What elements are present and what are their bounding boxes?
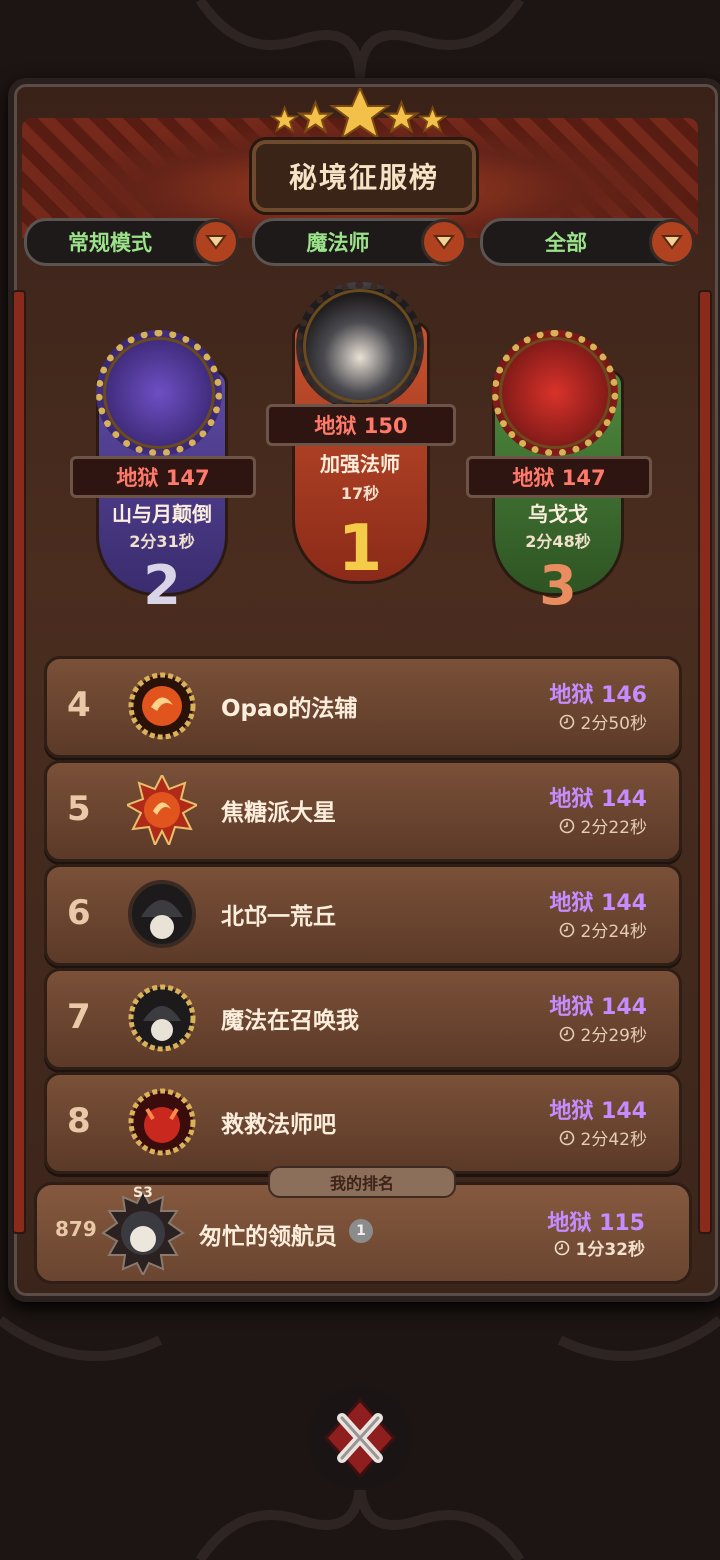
leaderboard-row[interactable]: 4 Opao的法辅 地狱 146 2分50秒	[44, 656, 682, 758]
podium-first[interactable]: 地狱 150 加强法师 17秒 1	[266, 282, 456, 622]
leaderboard-row[interactable]: 8 救救法师吧 地狱 144 2分42秒	[44, 1072, 682, 1174]
row-time-wrap: 2分24秒	[559, 917, 647, 942]
wizard-avatar-icon	[128, 880, 196, 948]
podium-level: 地狱 150	[266, 404, 456, 446]
clock-icon	[559, 922, 574, 937]
my-rank-tag: 我的排名	[268, 1166, 456, 1198]
mode-filter-label: 常规模式	[68, 231, 152, 255]
clock-icon	[559, 818, 574, 833]
podium-name: 山与月颠倒	[112, 502, 212, 526]
season-badge: S3	[133, 1185, 153, 1201]
row-rank: 8	[67, 1101, 91, 1141]
leaderboard-row[interactable]: 5 焦糖派大星 地狱 144 2分22秒	[44, 760, 682, 862]
row-level: 地狱 144	[549, 1099, 647, 1124]
podium-time: 2分48秒	[525, 532, 591, 551]
class-filter-label: 魔法师	[306, 231, 370, 255]
podium-level: 地狱 147	[466, 456, 652, 498]
moon-avatar-icon	[96, 330, 222, 456]
right-rail	[698, 290, 712, 1234]
my-level: 地狱 115	[547, 1211, 645, 1236]
left-rail	[12, 290, 26, 1234]
clock-icon	[559, 714, 574, 729]
row-name: 魔法在召唤我	[221, 1008, 359, 1034]
chevron-down-icon[interactable]	[193, 219, 239, 265]
podium-name: 加强法师	[320, 452, 400, 476]
leaderboard-row[interactable]: 7 魔法在召唤我 地狱 144 2分29秒	[44, 968, 682, 1070]
clock-icon	[559, 1130, 574, 1145]
podium-rank: 2	[143, 554, 181, 617]
leaderboard-row[interactable]: 6 北邙一荒丘 地狱 144 2分24秒	[44, 864, 682, 966]
row-time: 2分22秒	[580, 818, 647, 838]
row-name: 焦糖派大星	[221, 800, 336, 826]
row-level: 地狱 144	[549, 787, 647, 812]
row-rank: 5	[67, 789, 91, 829]
my-name: 匆忙的领航员	[199, 1224, 337, 1250]
row-rank: 6	[67, 893, 91, 933]
row-name: 北邙一荒丘	[221, 904, 336, 930]
row-time: 2分29秒	[580, 1026, 647, 1046]
row-level: 地狱 144	[549, 995, 647, 1020]
podium-rank: 1	[337, 512, 383, 586]
my-rank-number: 879	[55, 1217, 97, 1241]
chevron-down-icon[interactable]	[421, 219, 467, 265]
row-level: 地狱 144	[549, 891, 647, 916]
title-plate: 秘境征服榜	[252, 140, 476, 212]
demon-avatar-icon	[492, 330, 618, 456]
row-time: 2分24秒	[580, 922, 647, 942]
row-time: 2分42秒	[580, 1130, 647, 1150]
scope-filter[interactable]: 全部	[480, 218, 695, 266]
row-level: 地狱 146	[549, 683, 647, 708]
row-time-wrap: 2分22秒	[559, 813, 647, 838]
podium-level: 地狱 147	[70, 456, 256, 498]
row-rank: 7	[67, 997, 91, 1037]
row-name: 救救法师吧	[221, 1112, 336, 1138]
chevron-down-icon[interactable]	[649, 219, 695, 265]
wizard-avatar-icon	[128, 984, 196, 1052]
clock-icon	[554, 1240, 569, 1255]
player-avatar-icon	[101, 1191, 185, 1275]
fire-swirl-avatar-icon	[128, 672, 196, 740]
my-time-wrap: 1分32秒	[554, 1235, 646, 1260]
row-time-wrap: 2分42秒	[559, 1125, 647, 1150]
page-title: 秘境征服榜	[288, 161, 439, 194]
row-time-wrap: 2分50秒	[559, 709, 647, 734]
row-name: Opao的法辅	[221, 696, 358, 722]
level-badge-icon: 1	[349, 1219, 373, 1243]
podium-time: 2分31秒	[129, 532, 195, 551]
row-time-wrap: 2分29秒	[559, 1021, 647, 1046]
class-filter[interactable]: 魔法师	[252, 218, 467, 266]
close-x-icon[interactable]	[306, 1384, 414, 1492]
scope-filter-label: 全部	[545, 231, 587, 255]
my-time: 1分32秒	[575, 1240, 646, 1260]
podium-name: 乌戈戈	[528, 502, 588, 526]
row-time: 2分50秒	[580, 714, 647, 734]
demon-avatar-icon	[128, 1088, 196, 1156]
podium-second[interactable]: 地狱 147 山与月颠倒 2分31秒 2	[70, 330, 256, 630]
wizard-avatar-icon	[296, 282, 424, 410]
stars-icon	[270, 88, 448, 140]
podium-third[interactable]: 地狱 147 乌戈戈 2分48秒 3	[466, 330, 652, 630]
clock-icon	[559, 1026, 574, 1041]
row-rank: 4	[67, 685, 91, 725]
mode-filter[interactable]: 常规模式	[24, 218, 239, 266]
fire-swirl-avatar-icon	[127, 775, 197, 845]
podium-time: 17秒	[340, 484, 380, 503]
podium-rank: 3	[539, 554, 577, 617]
